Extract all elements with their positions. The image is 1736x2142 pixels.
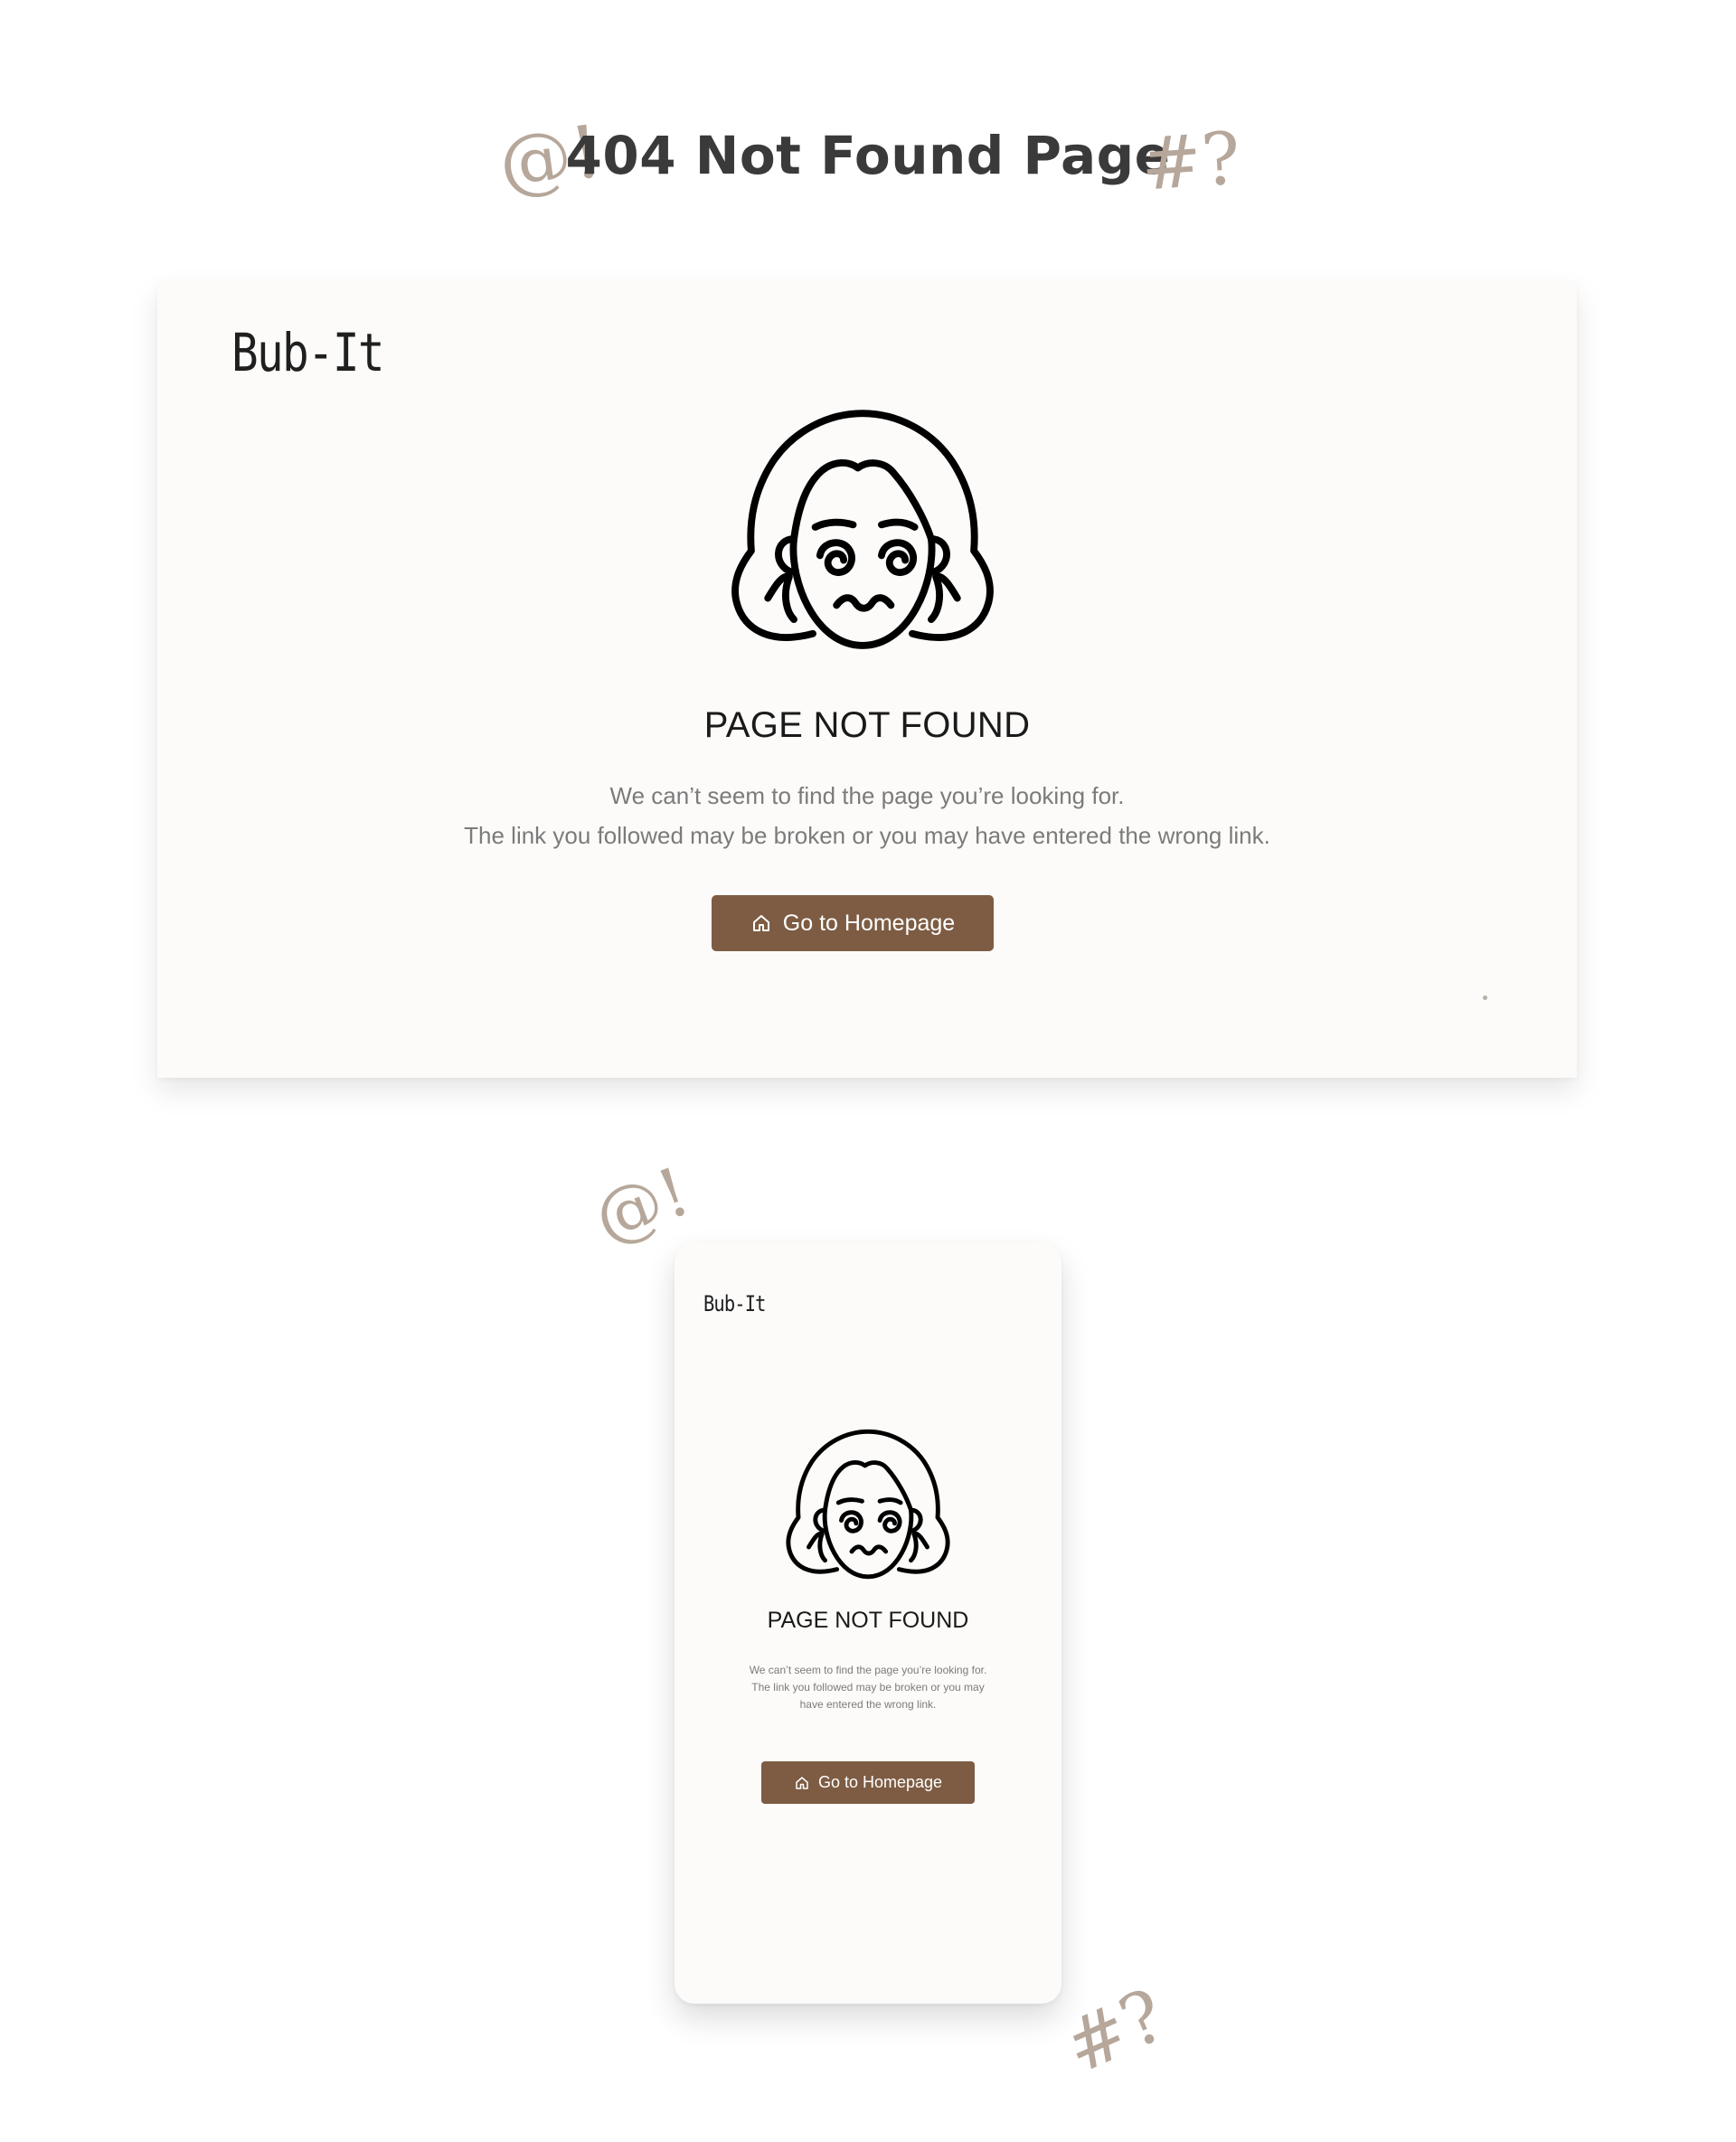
go-to-homepage-button[interactable]: Go to Homepage xyxy=(712,895,994,951)
description-line: have entered the wrong link. xyxy=(799,1698,937,1711)
description-line: We can’t seem to find the page you’re lo… xyxy=(749,1664,987,1676)
button-label: Go to Homepage xyxy=(782,910,956,936)
error-description: We can’t seem to find the page you’re lo… xyxy=(729,1662,1007,1713)
go-to-homepage-button[interactable]: Go to Homepage xyxy=(761,1761,975,1804)
error-title: PAGE NOT FOUND xyxy=(767,1608,969,1633)
description-line: We can’t seem to find the page you’re lo… xyxy=(609,782,1125,809)
description-line: The link you followed may be broken or y… xyxy=(751,1681,985,1694)
decorative-dot xyxy=(1483,996,1487,1000)
home-icon xyxy=(750,912,772,934)
dizzy-face-icon xyxy=(718,409,1007,657)
error-title: PAGE NOT FOUND xyxy=(703,705,1031,745)
error-description: We can’t seem to find the page you’re lo… xyxy=(157,776,1577,855)
desktop-404-card: Bub-It PAGE NOT FOUND We can’t seem to f… xyxy=(157,282,1577,1078)
home-icon xyxy=(794,1775,810,1791)
mobile-404-card: Bub-It PAGE NOT FOUND We can’t seem to f… xyxy=(675,1242,1061,2004)
logo[interactable]: Bub-It xyxy=(703,1291,766,1316)
dizzy-face-icon xyxy=(776,1429,960,1584)
page-title: 404 Not Found Page xyxy=(565,125,1171,186)
logo[interactable]: Bub-It xyxy=(231,322,385,383)
doodle-hash-question: #? xyxy=(1137,116,1244,207)
description-line: The link you followed may be broken or y… xyxy=(464,822,1270,849)
button-label: Go to Homepage xyxy=(817,1773,943,1791)
doodle-at-exclaim-mobile: @! xyxy=(584,1152,700,1259)
doodle-hash-question-mobile: #? xyxy=(1052,1972,1178,2090)
